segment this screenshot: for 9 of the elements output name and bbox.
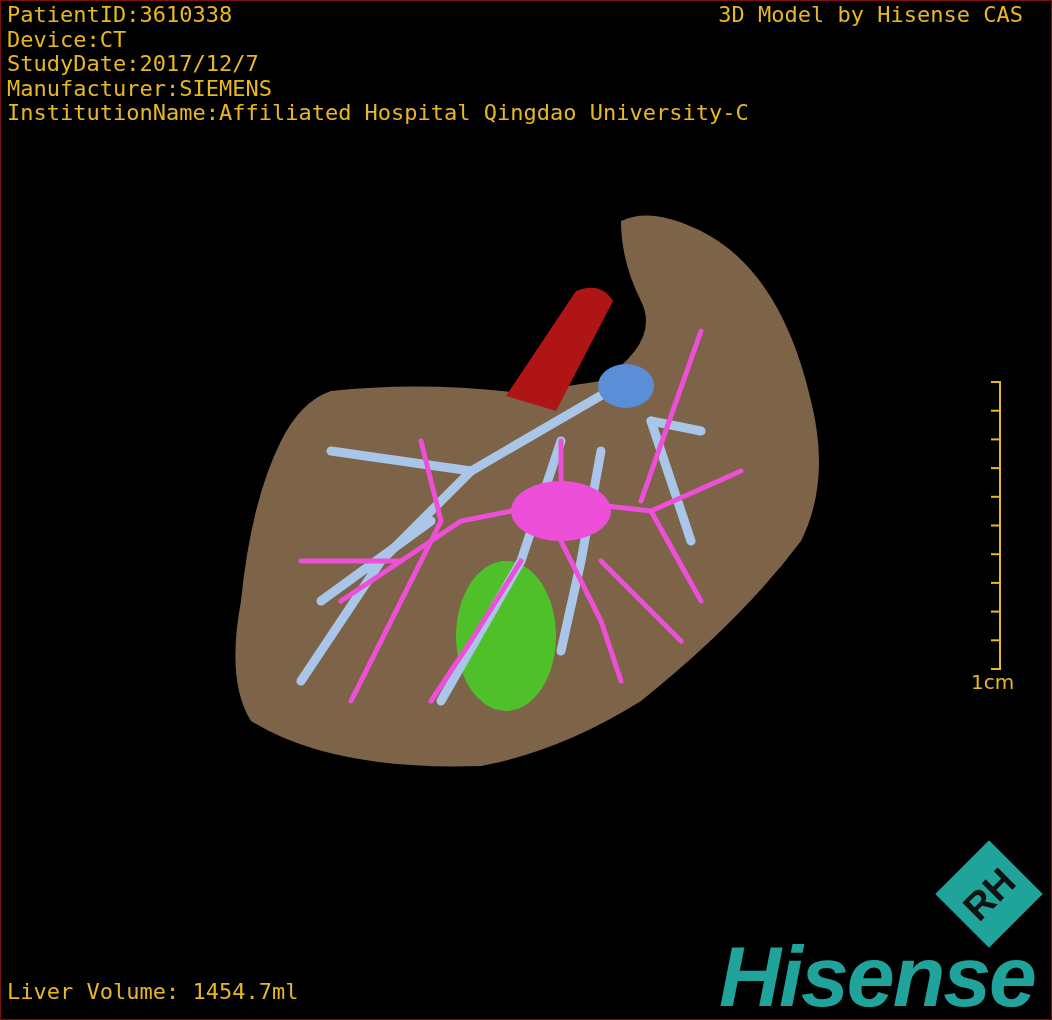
study-info-line: PatientID:3610338 — [7, 3, 233, 28]
study-info-line: Device:CT — [7, 27, 127, 52]
study-info-line: Manufacturer:SIEMENS — [7, 76, 272, 101]
study-info-line: StudyDate:2017/12/7 — [7, 52, 259, 77]
scale-label: 1cm — [971, 669, 1015, 696]
model-credit: 3D Model by Hisense CAS — [718, 3, 1023, 28]
liver-volume: Liver Volume: 1454.7ml — [7, 979, 299, 1005]
logo-mark: RH — [935, 840, 1043, 948]
study-info-line: InstitutionName:Affiliated Hospital Qingdao University-C — [7, 101, 749, 126]
